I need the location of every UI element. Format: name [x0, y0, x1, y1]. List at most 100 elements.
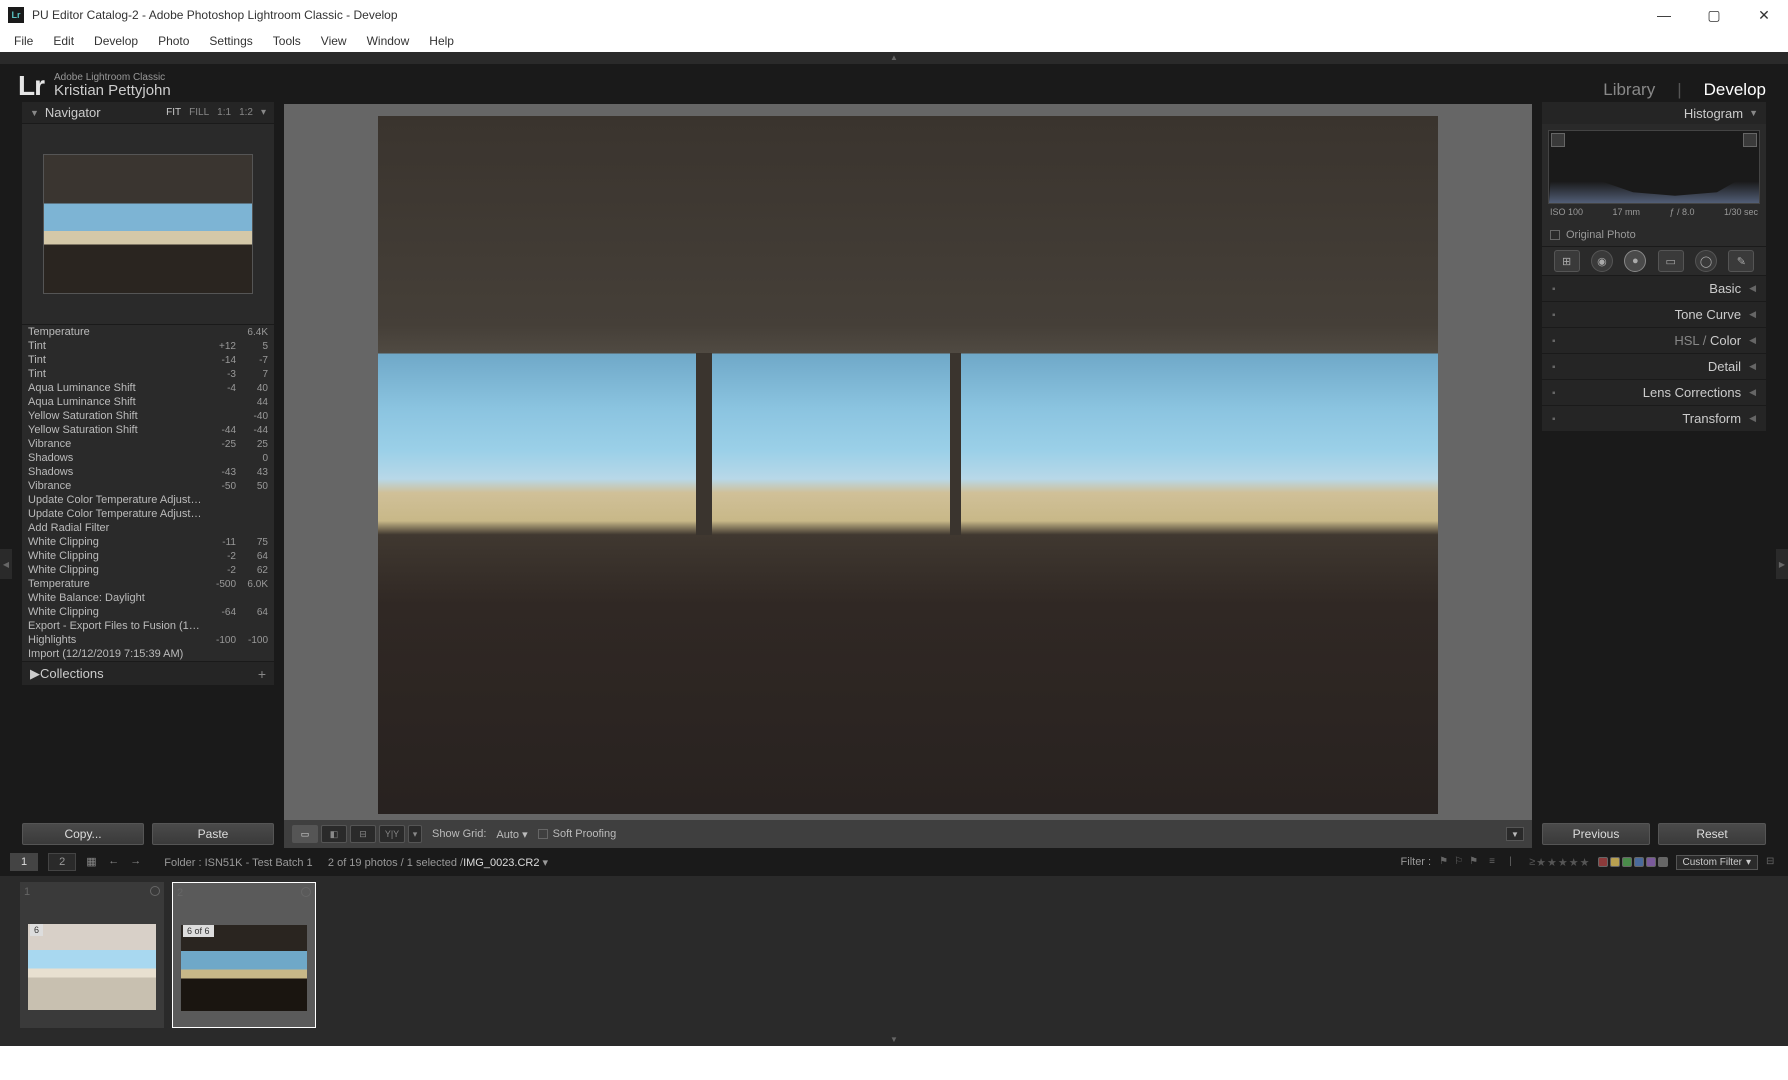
navigator-preview[interactable] [22, 124, 274, 324]
history-row[interactable]: Update Color Temperature Adjustment [22, 493, 274, 507]
adjustment-brush-icon[interactable]: ✎ [1728, 250, 1754, 272]
zoom-more-icon[interactable]: ▾ [261, 107, 266, 118]
zoom-1-1[interactable]: 1:1 [217, 107, 231, 118]
filmstrip-thumb[interactable]: 16 [20, 882, 164, 1028]
history-row[interactable]: Vibrance-5050 [22, 479, 274, 493]
reset-button[interactable]: Reset [1658, 823, 1766, 845]
loupe-view[interactable] [284, 104, 1532, 826]
loupe-view-button[interactable]: ▭ [292, 825, 318, 843]
menu-tools[interactable]: Tools [265, 32, 309, 50]
histogram[interactable]: ISO 100 17 mm ƒ / 8.0 1/30 sec [1542, 124, 1766, 224]
spot-removal-icon[interactable]: ◉ [1591, 250, 1613, 272]
menu-help[interactable]: Help [421, 32, 462, 50]
navigator-header[interactable]: ▼ Navigator FITFILL1:11:2▾ [22, 102, 274, 124]
highlight-clipping-icon[interactable] [1743, 133, 1757, 147]
copy-button[interactable]: Copy... [22, 823, 144, 845]
view-mode-more[interactable]: ▾ [408, 825, 422, 843]
history-row[interactable]: White Clipping-1175 [22, 535, 274, 549]
close-button[interactable]: ✕ [1748, 7, 1780, 24]
color-chip[interactable] [1658, 857, 1668, 867]
color-chip[interactable] [1622, 857, 1632, 867]
menu-view[interactable]: View [313, 32, 355, 50]
panel-switch-icon[interactable]: ▪ [1552, 362, 1562, 372]
menu-file[interactable]: File [6, 32, 41, 50]
menu-edit[interactable]: Edit [45, 32, 82, 50]
top-panel-toggle[interactable]: ▲ [0, 52, 1788, 64]
history-row[interactable]: Tint-14-7 [22, 353, 274, 367]
zoom-fit[interactable]: FIT [166, 107, 181, 118]
history-row[interactable]: Yellow Saturation Shift-44-44 [22, 423, 274, 437]
zoom-1-2[interactable]: 1:2 [239, 107, 253, 118]
history-row[interactable]: Update Color Temperature Adjustment [22, 507, 274, 521]
history-row[interactable]: Aqua Luminance Shift-440 [22, 381, 274, 395]
history-row[interactable]: White Clipping-262 [22, 563, 274, 577]
history-row[interactable]: White Balance: Daylight [22, 591, 274, 605]
history-row[interactable]: Tint+125 [22, 339, 274, 353]
panel-detail[interactable]: ▪Detail◀ [1542, 354, 1766, 380]
collections-header[interactable]: ▶ Collections + [22, 661, 274, 685]
panel-tone-curve[interactable]: ▪Tone Curve◀ [1542, 302, 1766, 328]
history-row[interactable]: Temperature-5006.0K [22, 577, 274, 591]
soft-proofing-toggle[interactable]: Soft Proofing [538, 828, 617, 840]
panel-hsl-color[interactable]: ▪HSL / Color◀ [1542, 328, 1766, 354]
menu-photo[interactable]: Photo [150, 32, 197, 50]
history-row[interactable]: Vibrance-2525 [22, 437, 274, 451]
previous-button[interactable]: Previous [1542, 823, 1650, 845]
graduated-filter-icon[interactable]: ▭ [1658, 250, 1684, 272]
zoom-fill[interactable]: FILL [189, 107, 209, 118]
menu-window[interactable]: Window [359, 32, 418, 50]
module-library[interactable]: Library [1603, 80, 1655, 100]
history-row[interactable]: Shadows0 [22, 451, 274, 465]
history-row[interactable]: Yellow Saturation Shift-40 [22, 409, 274, 423]
add-collection-icon[interactable]: + [258, 666, 266, 682]
filmstrip-path[interactable]: Folder : ISN51K - Test Batch 1 2 of 19 p… [164, 856, 548, 869]
panel-switch-icon[interactable]: ▪ [1552, 414, 1562, 424]
flag-pick-icon[interactable]: ⚑ [1439, 856, 1451, 868]
history-row[interactable]: Tint-37 [22, 367, 274, 381]
before-after-tb-button[interactable]: ⊟ [350, 825, 376, 843]
history-row[interactable]: Aqua Luminance Shift44 [22, 395, 274, 409]
checkbox-icon[interactable] [538, 829, 548, 839]
before-after-split-button[interactable]: Y|Y [379, 825, 405, 843]
module-develop[interactable]: Develop [1704, 80, 1766, 100]
panel-basic[interactable]: ▪Basic◀ [1542, 276, 1766, 302]
panel-switch-icon[interactable]: ▪ [1552, 388, 1562, 398]
monitor-tab-2[interactable]: 2 [48, 853, 76, 871]
monitor-tab-1[interactable]: 1 [10, 853, 38, 871]
crop-tool-icon[interactable]: ⊞ [1554, 250, 1580, 272]
left-panel-toggle[interactable]: ◀ [0, 549, 12, 579]
history-row[interactable]: Add Radial Filter [22, 521, 274, 535]
custom-filter-dropdown[interactable]: Custom Filter▾ [1676, 855, 1758, 870]
filmstrip-thumb[interactable]: 26 of 6 [172, 882, 316, 1028]
history-row[interactable]: Import (12/12/2019 7:15:39 AM) [22, 647, 274, 661]
panel-switch-icon[interactable]: ▪ [1552, 310, 1562, 320]
nav-fwd-icon[interactable]: → [130, 855, 146, 869]
color-chip[interactable] [1646, 857, 1656, 867]
paste-button[interactable]: Paste [152, 823, 274, 845]
history-row[interactable]: White Clipping-6464 [22, 605, 274, 619]
star-filter[interactable]: ≥★★★★★ [1529, 856, 1589, 869]
filmstrip[interactable]: 1626 of 6 [0, 876, 1788, 1034]
nav-back-icon[interactable]: ← [108, 855, 124, 869]
filter-settings-icon[interactable]: ≡ [1489, 856, 1501, 868]
auto-label[interactable]: Auto ▾ [496, 828, 527, 841]
redeye-tool-icon[interactable]: ● [1624, 250, 1646, 272]
history-row[interactable]: Highlights-100-100 [22, 633, 274, 647]
histogram-header[interactable]: Histogram ▼ [1542, 102, 1766, 124]
menu-develop[interactable]: Develop [86, 32, 146, 50]
menu-settings[interactable]: Settings [201, 32, 260, 50]
toolbar-menu-icon[interactable]: ▼ [1506, 827, 1524, 841]
filter-lock-icon[interactable]: ⊟ [1766, 856, 1778, 868]
original-photo-toggle[interactable]: Original Photo [1542, 224, 1766, 246]
before-after-lr-button[interactable]: ◧ [321, 825, 347, 843]
panel-switch-icon[interactable]: ▪ [1552, 284, 1562, 294]
history-row[interactable]: White Clipping-264 [22, 549, 274, 563]
color-chip[interactable] [1634, 857, 1644, 867]
panel-transform[interactable]: ▪Transform◀ [1542, 406, 1766, 432]
color-chip[interactable] [1610, 857, 1620, 867]
radial-filter-icon[interactable]: ◯ [1695, 250, 1717, 272]
right-panel-toggle[interactable]: ▶ [1776, 549, 1788, 579]
bottom-panel-toggle[interactable]: ▼ [0, 1034, 1788, 1046]
maximize-button[interactable]: ▢ [1698, 7, 1730, 24]
grid-view-icon[interactable]: ▦ [86, 855, 102, 869]
